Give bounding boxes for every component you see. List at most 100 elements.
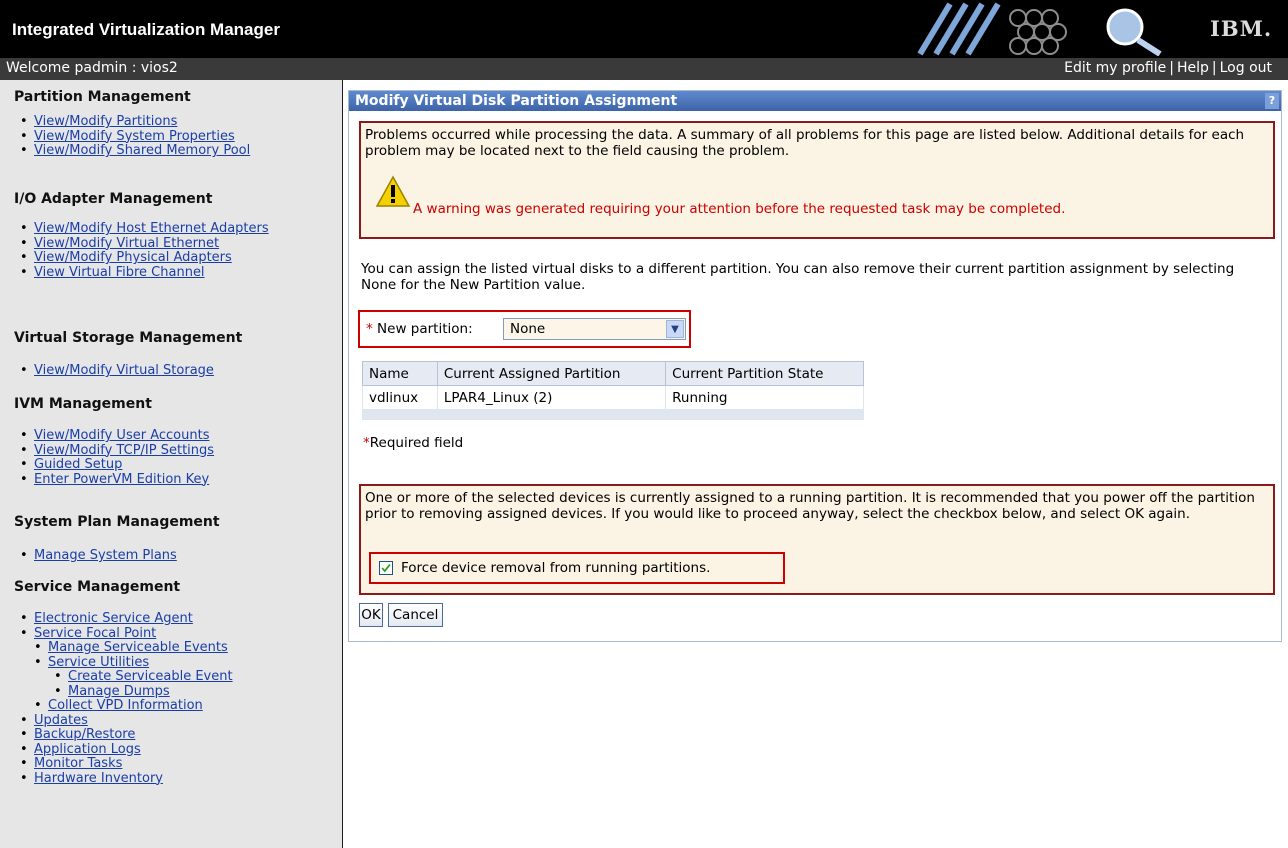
section-virtual-storage-management: Virtual Storage Management — [14, 330, 243, 346]
nav-view-modify-system-properties[interactable]: View/Modify System Properties — [34, 129, 235, 144]
virtual-storage-management-list: View/Modify Virtual Storage — [20, 363, 214, 379]
new-partition-label: * New partition: — [366, 321, 473, 337]
list-item: Application Logs — [20, 742, 233, 758]
ivm-management-list: View/Modify User Accounts View/Modify TC… — [20, 428, 214, 488]
modify-partition-panel: Modify Virtual Disk Partition Assignment… — [348, 90, 1282, 642]
chevron-down-icon[interactable]: ▼ — [666, 320, 684, 338]
list-item: View/Modify Physical Adapters — [20, 250, 270, 266]
nav-view-virtual-fibre-channel[interactable]: View Virtual Fibre Channel — [34, 265, 205, 280]
error-summary-text: Problems occurred while processing the d… — [365, 127, 1245, 159]
section-system-plan-management: System Plan Management — [14, 514, 220, 530]
running-partition-warning-box: One or more of the selected devices is c… — [359, 484, 1275, 595]
partition-management-list: View/Modify Partitions View/Modify Syste… — [20, 114, 250, 159]
new-partition-field: * New partition: None ▼ — [358, 310, 691, 348]
link-separator: | — [1169, 60, 1174, 76]
section-ivm-management: IVM Management — [14, 396, 152, 412]
nav-manage-system-plans[interactable]: Manage System Plans — [34, 548, 177, 563]
warning-message: A warning was generated requiring your a… — [413, 201, 1066, 217]
welcome-bar: Welcome padmin : vios2 Edit my profile | H… — [0, 58, 1288, 80]
nav-enter-powervm-edition-key[interactable]: Enter PowerVM Edition Key — [34, 472, 209, 487]
app-title: Integrated Virtualization Manager — [12, 20, 280, 39]
title-bar: Integrated Virtualization Manager IBM. — [0, 0, 1288, 58]
help-link[interactable]: Help — [1177, 60, 1209, 76]
cell-partition-state: Running — [665, 385, 864, 410]
list-item: View Virtual Fibre Channel — [20, 265, 270, 281]
navigation-sidebar: Partition Management View/Modify Partiti… — [0, 80, 343, 848]
io-adapter-management-list: View/Modify Host Ethernet Adapters View/… — [20, 221, 270, 281]
nav-create-serviceable-event[interactable]: Create Serviceable Event — [68, 669, 233, 684]
required-field-note: *Required field — [363, 435, 463, 451]
column-header-current-assigned-partition[interactable]: Current Assigned Partition — [436, 361, 667, 386]
list-item: Service Focal Point — [20, 626, 233, 642]
cell-name: vdlinux — [362, 385, 438, 410]
list-item: View/Modify Partitions — [20, 114, 250, 130]
link-separator: | — [1211, 60, 1217, 76]
list-item: Manage Dumps — [54, 684, 233, 700]
cancel-button[interactable]: Cancel — [388, 603, 443, 627]
nav-view-modify-host-ethernet-adapters[interactable]: View/Modify Host Ethernet Adapters — [34, 221, 269, 236]
list-item: Guided Setup — [20, 457, 214, 473]
logout-link[interactable]: Log out — [1220, 60, 1272, 76]
new-partition-select[interactable]: None ▼ — [503, 318, 686, 340]
list-item: Electronic Service Agent — [20, 611, 233, 627]
nav-view-modify-tcpip-settings[interactable]: View/Modify TCP/IP Settings — [34, 443, 214, 458]
assignment-info-text: You can assign the listed virtual disks … — [361, 261, 1235, 293]
table-footer-cell — [362, 409, 864, 420]
help-icon[interactable]: ? — [1265, 93, 1279, 109]
nav-service-focal-point[interactable]: Service Focal Point — [34, 626, 156, 641]
table-row: vdlinux LPAR4_Linux (2) Running — [362, 385, 864, 410]
list-item: Enter PowerVM Edition Key — [20, 472, 214, 488]
ok-button[interactable]: OK — [359, 603, 383, 627]
force-removal-label[interactable]: Force device removal from running partit… — [401, 560, 710, 576]
force-removal-checkbox[interactable] — [379, 561, 393, 575]
nav-updates[interactable]: Updates — [34, 713, 88, 728]
list-item: Create Serviceable Event — [54, 669, 233, 685]
nav-collect-vpd-information[interactable]: Collect VPD Information — [48, 698, 203, 713]
nav-backup-restore[interactable]: Backup/Restore — [34, 727, 135, 742]
ibm-logo: IBM. — [1210, 16, 1273, 41]
force-removal-field: Force device removal from running partit… — [369, 552, 785, 584]
warning-icon — [375, 175, 411, 207]
nav-manage-dumps[interactable]: Manage Dumps — [68, 684, 170, 699]
list-item: View/Modify Host Ethernet Adapters — [20, 221, 270, 237]
list-item: Collect VPD Information — [34, 698, 233, 714]
virtual-disk-table: Name Current Assigned Partition Current … — [362, 361, 864, 420]
nav-view-modify-user-accounts[interactable]: View/Modify User Accounts — [34, 428, 209, 443]
nav-view-modify-shared-memory-pool[interactable]: View/Modify Shared Memory Pool — [34, 143, 250, 158]
required-star: * — [366, 321, 373, 337]
column-header-name[interactable]: Name — [362, 361, 438, 386]
edit-profile-link[interactable]: Edit my profile — [1064, 60, 1166, 76]
list-item: Monitor Tasks — [20, 756, 233, 772]
list-item: Updates — [20, 713, 233, 729]
section-io-adapter-management: I/O Adapter Management — [14, 191, 213, 207]
nav-application-logs[interactable]: Application Logs — [34, 742, 141, 757]
service-management-list: Electronic Service Agent Service Focal P… — [20, 611, 233, 787]
running-partition-warning-text: One or more of the selected devices is c… — [365, 490, 1255, 522]
nav-guided-setup[interactable]: Guided Setup — [34, 457, 122, 472]
section-partition-management: Partition Management — [14, 89, 191, 105]
nav-monitor-tasks[interactable]: Monitor Tasks — [34, 756, 122, 771]
system-plan-management-list: Manage System Plans — [20, 548, 177, 564]
list-item: View/Modify User Accounts — [20, 428, 214, 444]
list-item: Manage System Plans — [20, 548, 177, 564]
new-partition-label-text: New partition: — [377, 321, 473, 337]
nav-view-modify-virtual-ethernet[interactable]: View/Modify Virtual Ethernet — [34, 236, 219, 251]
nav-service-utilities[interactable]: Service Utilities — [48, 655, 149, 670]
panel-title-bar: Modify Virtual Disk Partition Assignment… — [349, 91, 1281, 111]
list-item: View/Modify Shared Memory Pool — [20, 143, 250, 159]
column-header-current-partition-state[interactable]: Current Partition State — [665, 361, 864, 386]
nav-view-modify-partitions[interactable]: View/Modify Partitions — [34, 114, 177, 129]
list-item: Manage Serviceable Events — [34, 640, 233, 656]
error-summary-box: Problems occurred while processing the d… — [359, 121, 1275, 239]
table-footer — [362, 409, 864, 420]
banner-graphic — [910, 2, 1190, 56]
section-service-management: Service Management — [14, 579, 181, 595]
nav-view-modify-physical-adapters[interactable]: View/Modify Physical Adapters — [34, 250, 232, 265]
required-field-text: Required field — [369, 435, 464, 451]
nav-view-modify-virtual-storage[interactable]: View/Modify Virtual Storage — [34, 363, 214, 378]
welcome-text: Welcome padmin : vios2 — [6, 60, 178, 76]
nav-manage-serviceable-events[interactable]: Manage Serviceable Events — [48, 640, 228, 655]
nav-hardware-inventory[interactable]: Hardware Inventory — [34, 771, 163, 786]
list-item: Hardware Inventory — [20, 771, 233, 787]
nav-electronic-service-agent[interactable]: Electronic Service Agent — [34, 611, 193, 626]
